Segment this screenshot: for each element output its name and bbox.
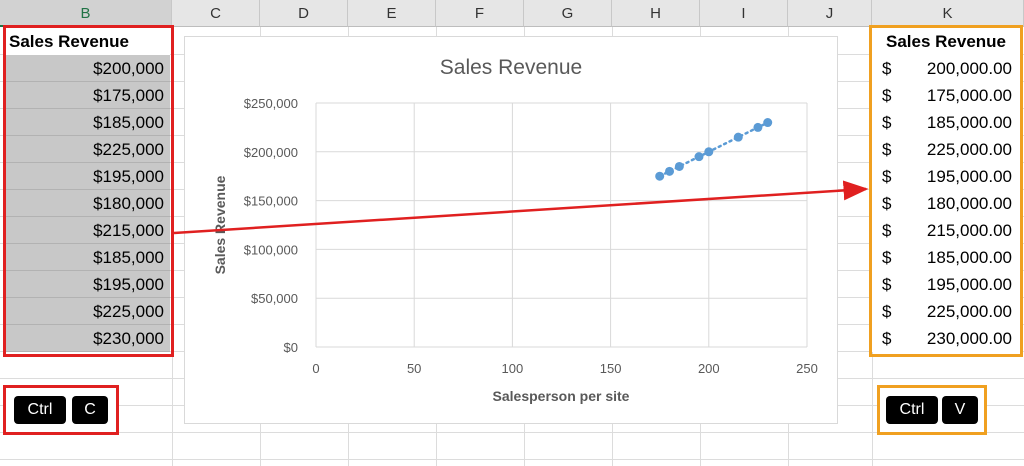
column-header-b[interactable]: B [0, 0, 172, 27]
x-tick-label: 50 [407, 361, 421, 376]
data-point [655, 171, 665, 181]
x-tick-label: 250 [796, 361, 818, 376]
paste-selection-box [869, 25, 1023, 357]
spreadsheet: B C D E F G H I J K Sales Revenue $200,0… [0, 0, 1024, 466]
paste-shortcut-box: Ctrl V [877, 385, 987, 435]
v-key: V [942, 396, 978, 424]
y-tick-label: $0 [284, 340, 298, 355]
data-point [704, 147, 714, 157]
x-tick-label: 100 [502, 361, 524, 376]
data-point [753, 122, 763, 132]
y-tick-label: $250,000 [244, 96, 298, 111]
data-point [674, 161, 684, 171]
c-key: C [72, 396, 108, 424]
chart[interactable]: Sales Revenue $0 $50,000 $100,000 $150,000 $2… [184, 36, 838, 424]
column-header-k[interactable]: K [872, 0, 1024, 27]
column-header-j[interactable]: J [788, 0, 872, 27]
column-header-h[interactable]: H [612, 0, 700, 27]
ctrl-key: Ctrl [14, 396, 66, 424]
scatter-chart-svg: Sales Revenue $0 $50,000 $100,000 $150,000 $2… [212, 56, 818, 404]
column-header-d[interactable]: D [260, 0, 348, 27]
column-header-i[interactable]: I [700, 0, 788, 27]
x-tick-label: 0 [312, 361, 319, 376]
ctrl-key: Ctrl [886, 396, 938, 424]
chart-title: Sales Revenue [440, 56, 582, 79]
x-tick-label: 200 [698, 361, 720, 376]
y-tick-label: $50,000 [251, 291, 298, 306]
x-axis-label: Salesperson per site [493, 388, 630, 404]
column-header-g[interactable]: G [524, 0, 612, 27]
data-point [733, 132, 743, 142]
data-point [665, 166, 675, 176]
column-header-e[interactable]: E [348, 0, 436, 27]
column-header-f[interactable]: F [436, 0, 524, 27]
copy-shortcut-box: Ctrl C [3, 385, 119, 435]
x-tick-label: 150 [600, 361, 622, 376]
y-tick-label: $200,000 [244, 145, 298, 160]
y-axis-label: Sales Revenue [212, 175, 228, 274]
data-point [763, 118, 773, 128]
column-header-c[interactable]: C [172, 0, 260, 27]
y-tick-label: $100,000 [244, 242, 298, 257]
y-tick-label: $150,000 [244, 194, 298, 209]
data-point [694, 152, 704, 162]
copy-selection-box [3, 25, 174, 357]
